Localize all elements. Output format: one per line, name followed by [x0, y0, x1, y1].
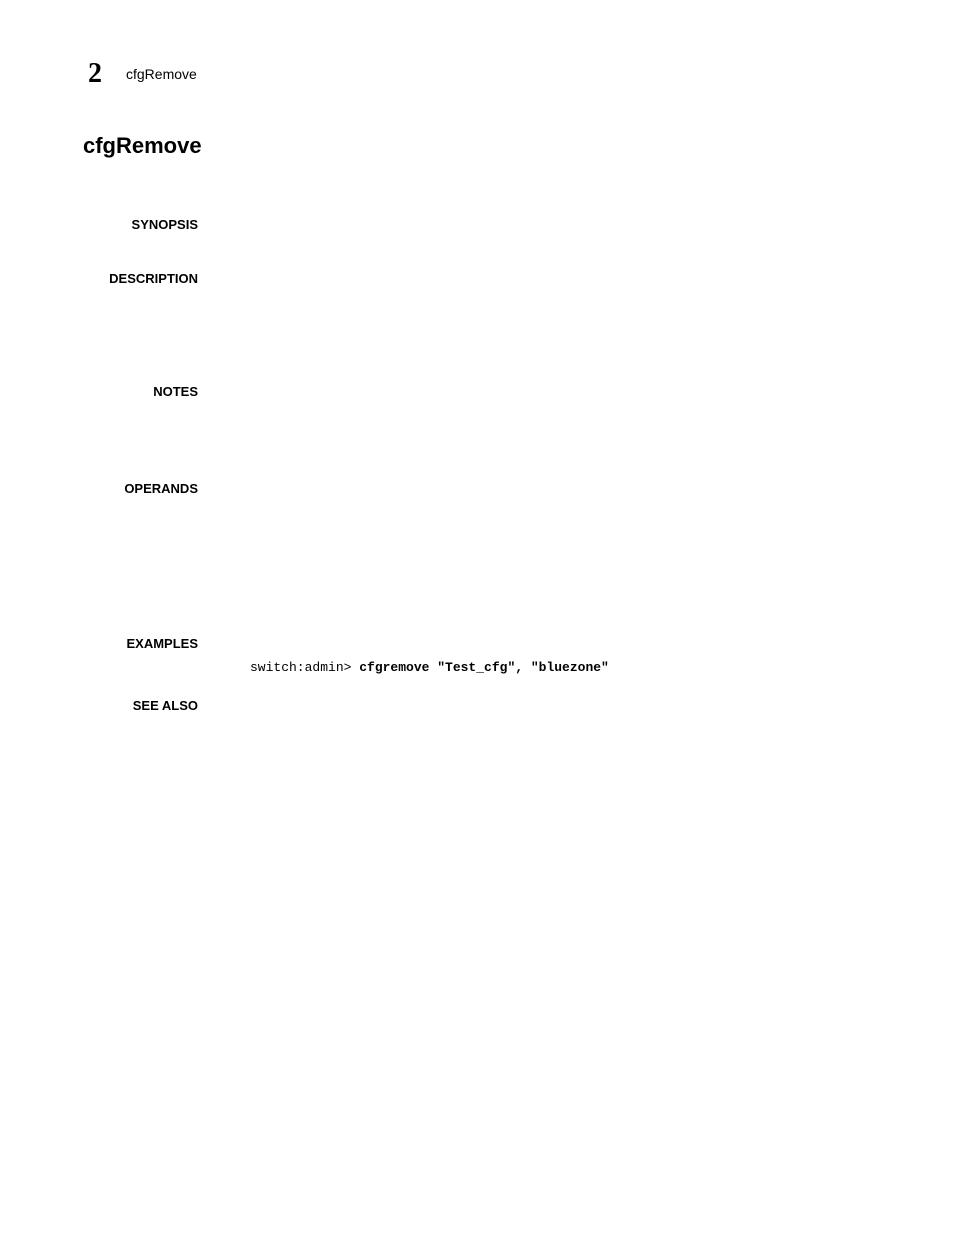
page-title: cfgRemove [83, 133, 202, 159]
operands-label: OPERANDS [124, 481, 198, 496]
examples-code-line: switch:admin> cfgremove "Test_cfg", "blu… [250, 660, 609, 675]
header-command-name: cfgRemove [126, 66, 197, 82]
chapter-number: 2 [88, 58, 102, 90]
notes-label: NOTES [153, 384, 198, 399]
description-label: DESCRIPTION [109, 271, 198, 286]
seealso-label: SEE ALSO [133, 698, 198, 713]
page-header: 2 cfgRemove [88, 58, 197, 90]
code-prompt: switch:admin> [250, 660, 359, 675]
code-command: cfgremove "Test_cfg", "bluezone" [359, 660, 609, 675]
synopsis-label: SYNOPSIS [132, 217, 198, 232]
examples-label: EXAMPLES [126, 636, 198, 651]
